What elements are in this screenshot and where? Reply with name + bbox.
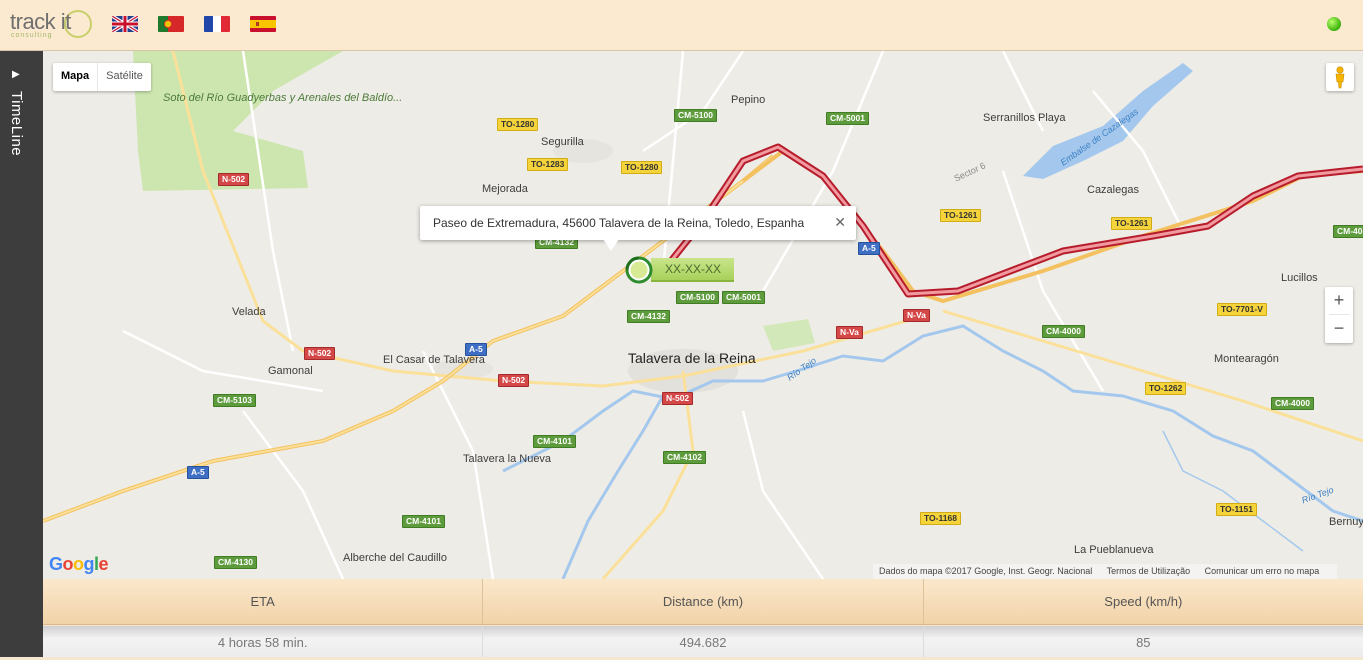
speed-header: Speed (km/h) xyxy=(1104,594,1183,609)
road-shield: CM-40 xyxy=(1333,225,1363,238)
road-shield: N-Va xyxy=(903,309,930,322)
place-label: Talavera de la Reina xyxy=(628,350,756,366)
top-header: track it consulting xyxy=(0,0,1363,51)
flag-portugal-icon[interactable] xyxy=(158,16,184,32)
trackit-logo[interactable]: track it consulting xyxy=(10,8,94,42)
place-label: Cazalegas xyxy=(1087,184,1139,196)
zoom-control: + − xyxy=(1325,287,1353,343)
place-label: Lucillos xyxy=(1281,272,1318,284)
road-shield: TO-1261 xyxy=(1111,217,1153,230)
map-type-control: Mapa Satélite xyxy=(53,63,151,91)
distance-value: 494.682 xyxy=(483,626,924,657)
close-icon[interactable]: ✕ xyxy=(834,214,846,231)
timeline-toggle-label[interactable]: TimeLine xyxy=(8,91,25,156)
road-shield: CM-5100 xyxy=(674,109,717,122)
road-shield: A-5 xyxy=(465,343,487,356)
road-shield: TO-1262 xyxy=(1145,382,1187,395)
road-shield: CM-4000 xyxy=(1271,397,1314,410)
road-shield: TO-1280 xyxy=(621,161,663,174)
distance-header: Distance (km) xyxy=(483,579,924,624)
place-label: Velada xyxy=(232,306,266,318)
road-shield: N-502 xyxy=(218,173,250,186)
road-shield: CM-5001 xyxy=(826,112,869,125)
place-label: Gamonal xyxy=(268,365,313,377)
road-shield: TO-7701-V xyxy=(1217,303,1267,316)
place-label: Segurilla xyxy=(541,136,584,148)
timeline-sidebar: ▶ TimeLine xyxy=(0,51,43,657)
place-label: Mejorada xyxy=(482,183,528,195)
road-shield: A-5 xyxy=(858,242,880,255)
place-label: Soto del Río Guadyerbas y Arenales del B… xyxy=(163,92,403,104)
place-label: Talavera la Nueva xyxy=(463,453,552,465)
road-shield: TO-1151 xyxy=(1216,503,1257,516)
speed-value: 85 xyxy=(1136,635,1151,650)
place-label: Pepino xyxy=(731,94,766,106)
map-data-credit: Dados do mapa ©2017 Google, Inst. Geogr.… xyxy=(879,566,1093,576)
popup-address: Paseo de Extremadura, 45600 Talavera de … xyxy=(433,216,805,230)
road-shield: CM-4101 xyxy=(533,435,576,448)
road-shield: CM-4102 xyxy=(663,451,706,464)
place-label: La Pueblanueva xyxy=(1074,544,1154,556)
map-attribution: Dados do mapa ©2017 Google, Inst. Geogr.… xyxy=(873,564,1338,579)
stats-value-row: 4 horas 58 min. 494.682 85 xyxy=(43,626,1363,657)
vehicle-marker-icon[interactable] xyxy=(625,256,653,284)
flag-uk-icon[interactable] xyxy=(112,16,138,32)
road-shield: CM-5100 xyxy=(676,291,719,304)
logo-subtext: consulting xyxy=(11,32,53,39)
eta-header: ETA xyxy=(43,579,484,624)
triangle-right-icon[interactable]: ▶ xyxy=(12,69,20,80)
place-label: El Casar de Talavera xyxy=(383,354,485,366)
flag-france-icon[interactable] xyxy=(204,16,230,32)
zoom-in-button[interactable]: + xyxy=(1325,287,1353,314)
address-info-window: Paseo de Extremadura, 45600 Talavera de … xyxy=(420,206,856,251)
trip-stats-table: ETA Distance (km) Speed (km/h) 4 horas 5… xyxy=(43,579,1363,657)
map-type-map-button[interactable]: Mapa xyxy=(53,63,99,91)
vehicle-plate-label[interactable]: XX-XX-XX xyxy=(651,258,734,282)
zoom-out-button[interactable]: − xyxy=(1325,315,1353,342)
map-type-satellite-button[interactable]: Satélite xyxy=(98,63,151,91)
road-shield: N-502 xyxy=(498,374,530,387)
place-label: Serranillos Playa xyxy=(983,112,1066,124)
connection-status-icon xyxy=(1327,17,1341,31)
road-shield: CM-4130 xyxy=(214,556,257,569)
popup-tail xyxy=(603,239,619,251)
road-shield: CM-4132 xyxy=(627,310,670,323)
street-view-pegman-icon[interactable] xyxy=(1326,63,1354,91)
map-canvas[interactable]: Soto del Río Guadyerbas y Arenales del B… xyxy=(43,51,1363,579)
road-shield: CM-5001 xyxy=(722,291,765,304)
road-shield: TO-1261 xyxy=(940,209,982,222)
road-shield: N-502 xyxy=(304,347,336,360)
road-shield: TO-1280 xyxy=(497,118,539,131)
road-shield: CM-5103 xyxy=(213,394,256,407)
road-shield: N-Va xyxy=(836,326,863,339)
terms-link[interactable]: Termos de Utilização xyxy=(1107,566,1191,576)
place-label: Bernuy xyxy=(1329,516,1363,528)
road-shield: TO-1283 xyxy=(527,158,569,171)
road-shield: A-5 xyxy=(187,466,209,479)
road-shield: N-502 xyxy=(662,392,694,405)
place-label: Montearagón xyxy=(1214,353,1279,365)
flag-spain-icon[interactable] xyxy=(250,16,276,32)
google-logo[interactable]: Google xyxy=(49,554,109,575)
road-shield: CM-4000 xyxy=(1042,325,1085,338)
place-label: Alberche del Caudillo xyxy=(343,552,447,564)
road-shield: TO-1168 xyxy=(920,512,961,525)
stats-header-row: ETA Distance (km) Speed (km/h) xyxy=(43,579,1363,625)
eta-value: 4 horas 58 min. xyxy=(43,626,484,657)
report-error-link[interactable]: Comunicar um erro no mapa xyxy=(1205,566,1320,576)
road-shield: CM-4101 xyxy=(402,515,445,528)
